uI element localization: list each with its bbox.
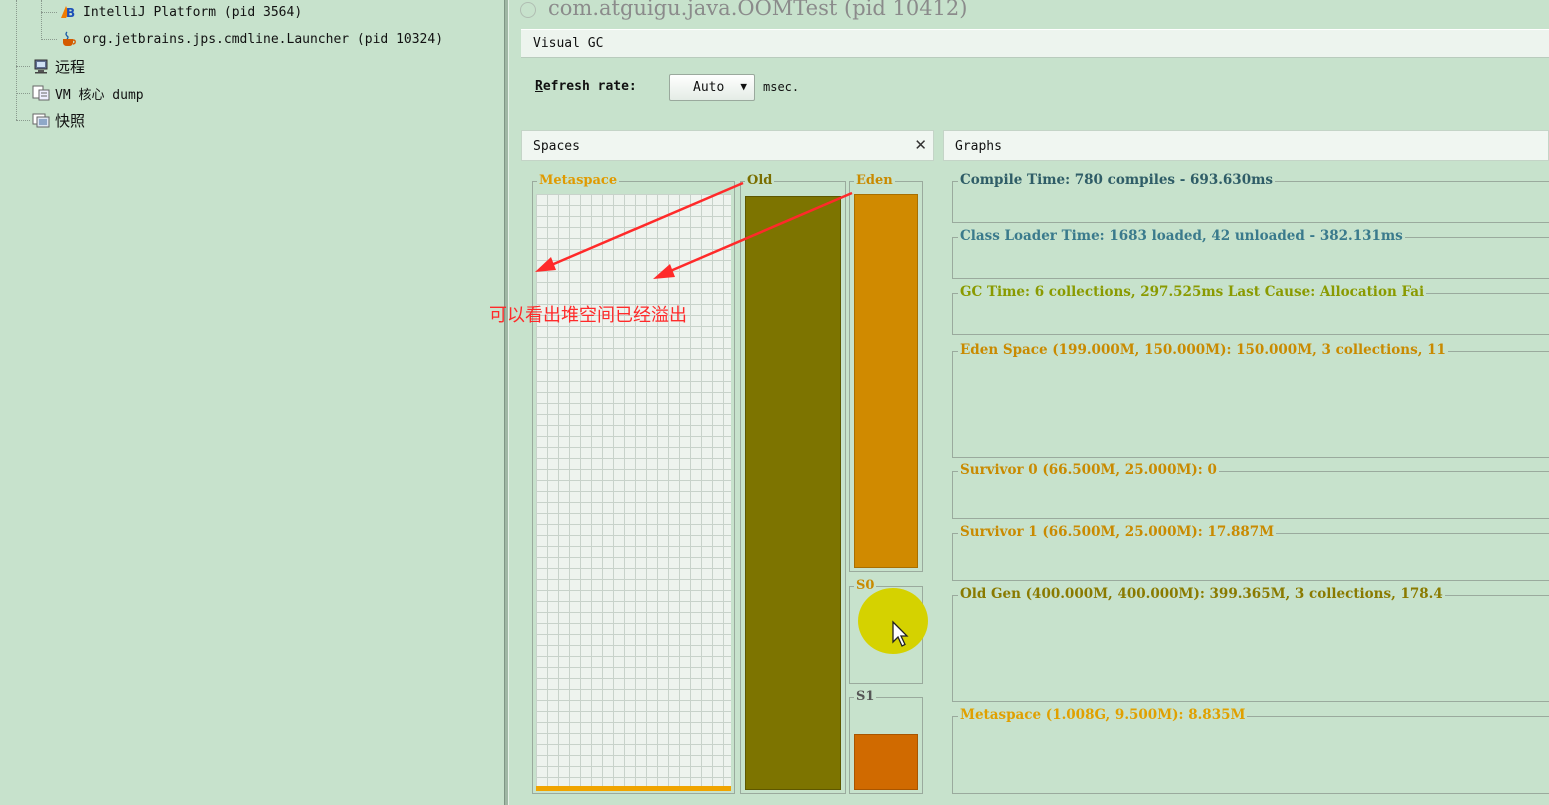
metaspace-space: Metaspace <box>532 173 735 794</box>
metaspace-grid <box>536 194 731 788</box>
refresh-rate-unit: msec. <box>763 80 800 94</box>
mouse-pointer-icon <box>892 620 909 647</box>
eden-space: Eden <box>849 173 923 572</box>
tree-item-label: VM 核心 dump <box>55 87 144 103</box>
tree-guide-line <box>41 39 57 40</box>
graph-label: Survivor 0 (66.500M, 25.000M): 0 <box>958 462 1219 478</box>
tab-visual-gc-label: Visual GC <box>533 36 604 51</box>
tree-item-remote[interactable]: 远程 <box>32 55 85 77</box>
metaspace-used-fill <box>536 786 731 791</box>
tree-item-vm-core-dump[interactable]: VM 核心 dump <box>32 82 144 104</box>
snapshot-icon <box>32 112 50 128</box>
refresh-rate-mnemonic: R <box>535 79 543 94</box>
annotation-text: 可以看出堆空间已经溢出 <box>489 305 687 326</box>
graph-label: Compile Time: 780 compiles - 693.630ms <box>958 172 1275 188</box>
chevron-down-icon: ▼ <box>740 80 747 93</box>
radio-icon <box>520 1 536 18</box>
graph-old-gen: Old Gen (400.000M, 400.000M): 399.365M, … <box>952 586 1549 702</box>
graph-label: Metaspace (1.008G, 9.500M): 8.835M <box>958 707 1248 723</box>
survivor-1-used-fill <box>854 734 918 790</box>
graph-metaspace: Metaspace (1.008G, 9.500M): 8.835M <box>952 707 1549 794</box>
tree-guide-line <box>16 93 30 94</box>
svg-text:B: B <box>66 6 75 20</box>
remote-host-icon <box>32 58 50 74</box>
tree-item-jps-launcher[interactable]: org.jetbrains.jps.cmdline.Launcher (pid … <box>60 28 443 50</box>
metaspace-label: Metaspace <box>537 173 620 188</box>
graph-class-loader-time: Class Loader Time: 1683 loaded, 42 unloa… <box>952 228 1549 279</box>
survivor-1-space: S1 <box>849 689 923 794</box>
graph-survivor-1: Survivor 1 (66.500M, 25.000M): 17.887M <box>952 524 1549 581</box>
intellij-icon: B <box>60 4 78 20</box>
process-tree-panel: B IntelliJ Platform (pid 3564) org.jetbr… <box>0 0 504 805</box>
split-pane-divider[interactable] <box>504 0 509 805</box>
tree-item-snapshot[interactable]: 快照 <box>32 109 85 131</box>
old-gen-space: Old <box>740 173 846 794</box>
graph-label: GC Time: 6 collections, 297.525ms Last C… <box>958 284 1427 300</box>
old-gen-label: Old <box>745 173 775 188</box>
tree-item-label: org.jetbrains.jps.cmdline.Launcher (pid … <box>83 31 444 47</box>
tree-guide-line <box>16 120 30 121</box>
spaces-panel-header: Spaces ✕ <box>521 130 934 161</box>
java-cup-icon <box>60 31 78 47</box>
graph-label: Class Loader Time: 1683 loaded, 42 unloa… <box>958 228 1405 244</box>
tree-guide-line <box>41 0 42 40</box>
application-title-text: com.atguigu.java.OOMTest (pid 10412) <box>548 0 968 20</box>
close-icon[interactable]: ✕ <box>914 136 927 154</box>
tab-visual-gc[interactable]: Visual GC <box>521 29 1549 58</box>
refresh-rate-value: Auto <box>693 80 725 95</box>
graph-compile-time: Compile Time: 780 compiles - 693.630ms <box>952 172 1549 223</box>
tree-guide-line <box>16 66 30 67</box>
spaces-panel-title: Spaces <box>533 139 580 154</box>
survivor-1-label: S1 <box>854 689 877 704</box>
graphs-panel-title: Graphs <box>955 139 1002 154</box>
tree-item-label: 远程 <box>55 57 86 76</box>
tree-item-label: 快照 <box>55 111 86 130</box>
tree-item-intellij-platform[interactable]: B IntelliJ Platform (pid 3564) <box>60 1 302 23</box>
refresh-rate-select[interactable]: Auto ▼ <box>669 74 755 101</box>
eden-used-fill <box>854 194 918 568</box>
graph-label: Survivor 1 (66.500M, 25.000M): 17.887M <box>958 524 1277 540</box>
survivor-0-label: S0 <box>854 578 877 593</box>
application-title: com.atguigu.java.OOMTest (pid 10412) <box>520 0 967 20</box>
graph-label: Old Gen (400.000M, 400.000M): 399.365M, … <box>958 586 1445 602</box>
graph-survivor-0: Survivor 0 (66.500M, 25.000M): 0 <box>952 462 1549 519</box>
refresh-rate-label: Refresh rate: <box>535 79 637 94</box>
tree-guide-line <box>41 12 57 13</box>
core-dump-icon <box>32 85 50 101</box>
refresh-rate-label-text: efresh rate: <box>542 79 637 94</box>
graph-eden-space: Eden Space (199.000M, 150.000M): 150.000… <box>952 342 1549 458</box>
tree-item-label: IntelliJ Platform (pid 3564) <box>83 4 303 20</box>
graphs-panel-header: Graphs <box>943 130 1549 161</box>
eden-label: Eden <box>854 173 895 188</box>
graph-gc-time: GC Time: 6 collections, 297.525ms Last C… <box>952 284 1549 335</box>
old-gen-used-fill <box>745 196 841 790</box>
tree-guide-line <box>16 0 17 120</box>
graph-label: Eden Space (199.000M, 150.000M): 150.000… <box>958 342 1448 358</box>
